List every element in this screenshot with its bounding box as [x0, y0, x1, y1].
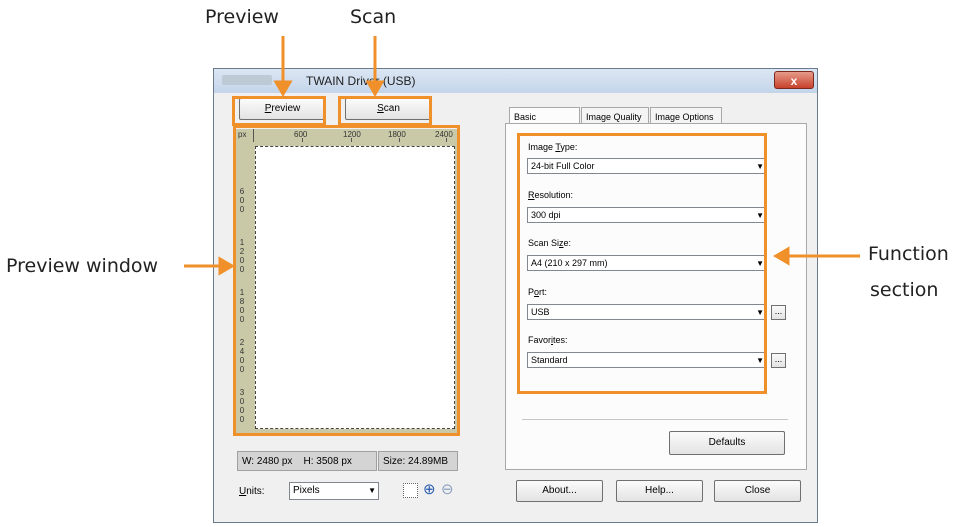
- arrow-scan-head: [365, 80, 385, 97]
- arrow-preview-head: [273, 80, 293, 97]
- arrow-preview-window-head: [218, 256, 235, 276]
- callout-arrows: [184, 36, 860, 276]
- arrow-function-head: [773, 246, 790, 266]
